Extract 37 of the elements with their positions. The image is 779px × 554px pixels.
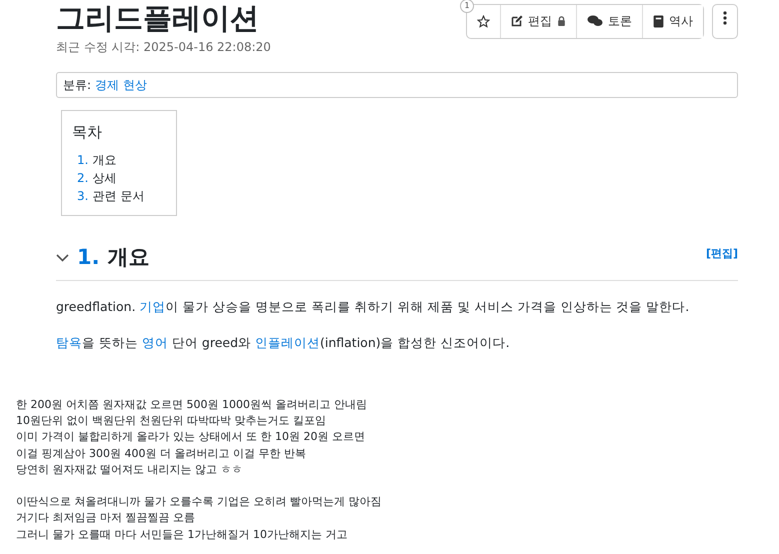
book-icon (653, 14, 664, 28)
section-number-link[interactable]: 1. (77, 242, 100, 274)
category-link[interactable]: 경제 현상 (95, 78, 147, 92)
category-label: 분류: (63, 78, 92, 92)
toc-item-text: 개요 (92, 153, 116, 168)
section-heading: 개요 (108, 244, 150, 272)
text-line: 당연히 원자재값 떨어져도 내리지는 않고 ㅎㅎ (16, 462, 244, 478)
toc-item-text: 관련 문서 (92, 189, 144, 204)
section-edit-link[interactable]: [편집] (706, 246, 738, 263)
text-line: 거기다 최저임금 마저 찔끔찔끔 오름 (16, 510, 196, 526)
toc-item-text: 상세 (92, 171, 116, 186)
text-line: 그러니 물가 오를때 마다 서민들은 1가난해질거 10가난해지는 거고 (16, 526, 348, 543)
text-line: 이걸 핑계삼아 300원 400원 더 올려버리고 이걸 무한 반복 (16, 446, 307, 462)
paragraph: greedflation. 기업 이 물가 상승을 명분으로 폭리를 취하기 위해 제품 및 서비스 가격을 인상하는 것을 말한다. (56, 298, 690, 316)
chevron-icon[interactable] (56, 254, 69, 262)
text-line: 10원단위 없이 백원단위 천원단위 따박따박 맞추는거도 킬포임 (16, 412, 327, 429)
link[interactable]: 탐욕 (56, 334, 82, 350)
history-button[interactable]: 역사 (642, 5, 703, 38)
more-button[interactable] (712, 4, 738, 38)
toc-number-link[interactable]: 2. (77, 171, 88, 186)
speech-bubbles-icon (587, 15, 603, 28)
toc-number-link[interactable]: 3. (77, 189, 88, 204)
last-modified-text: 최근 수정 시각: 2025-04-16 22:08:20 (56, 38, 271, 56)
toc-number-link[interactable]: 1. (77, 153, 88, 168)
pencil-icon (511, 15, 523, 28)
text-line: 한 200원 어치쯤 원자재값 오르면 500원 1000원씩 올려버리고 안내림 (16, 396, 368, 413)
more-icon (723, 11, 727, 25)
text-line: 이딴식으로 쳐올려대니까 물가 오를수록 기업은 오히려 빨아먹는게 많아짐 (16, 494, 382, 510)
link[interactable]: 인플레이션 (255, 334, 320, 350)
text-line: 이미 가격이 불합리하게 올라가 있는 상태에서 또 한 10원 20원 오르면 (16, 429, 366, 446)
toc-title: 목차 (72, 122, 103, 143)
page-title: 그리드플레이션 (56, 0, 260, 37)
link[interactable]: 기업 (140, 298, 166, 314)
star-icon (477, 14, 490, 28)
paragraph: 탐욕을 뜻하는 영어 단어 greed와 인플레이션(inflation)을 합성한 신조어이다. (56, 334, 511, 352)
count-badge: 1 (460, 0, 474, 13)
link[interactable]: 영어 (142, 334, 168, 350)
